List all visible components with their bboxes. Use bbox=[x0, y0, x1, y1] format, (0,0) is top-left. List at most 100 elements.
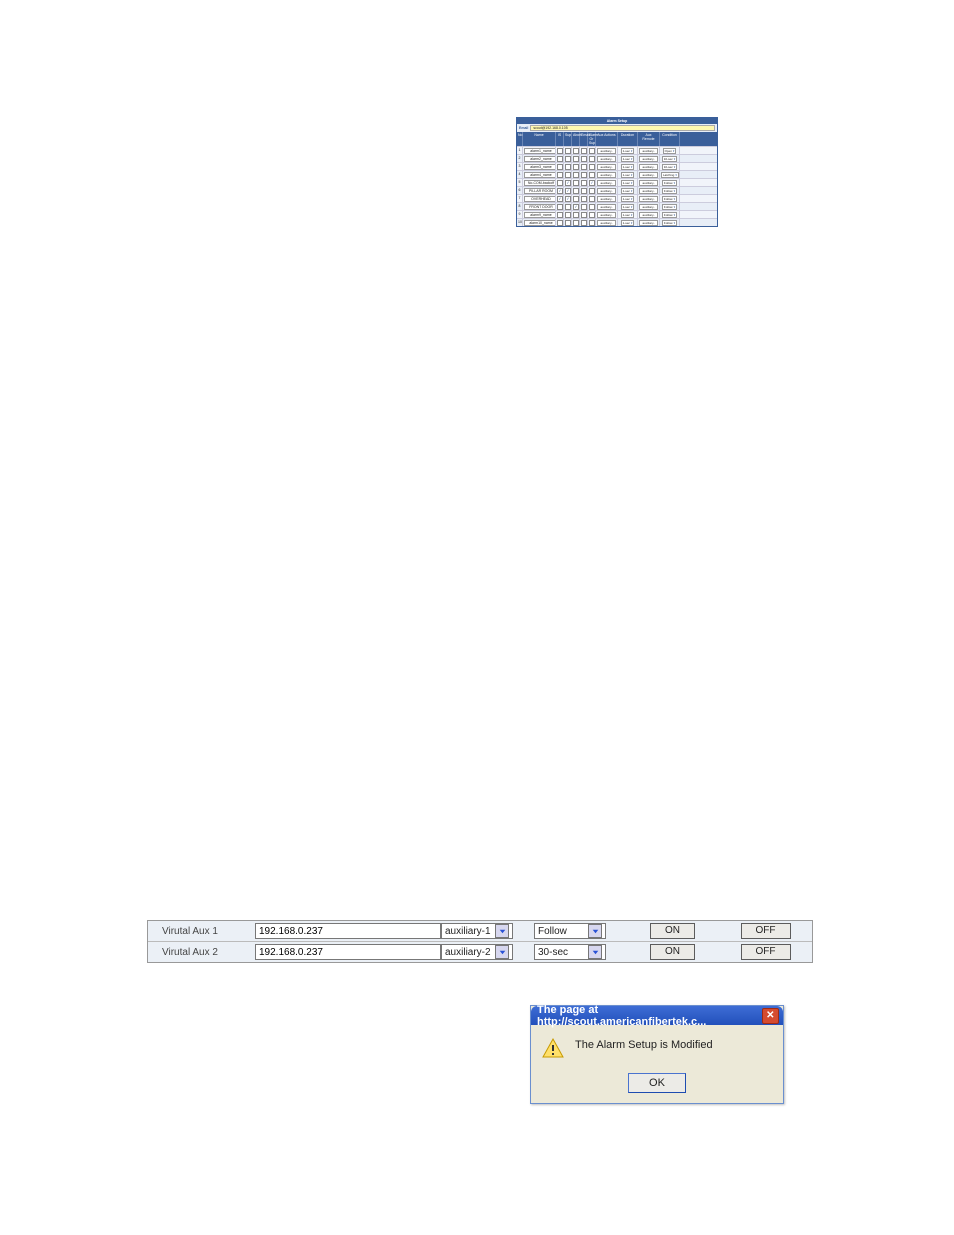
name-input[interactable]: FRONT DOOR BELL bbox=[524, 204, 556, 210]
aux-select[interactable]: auxiliary-1 bbox=[441, 923, 513, 939]
off-button[interactable]: OFF bbox=[741, 923, 791, 939]
checkbox[interactable] bbox=[581, 164, 587, 170]
duration-select[interactable]: 30-sec bbox=[534, 944, 606, 960]
name-input[interactable]: alarm3_name bbox=[524, 164, 556, 170]
select[interactable]: auxiliary-1▾ bbox=[597, 212, 616, 218]
checkbox[interactable] bbox=[565, 164, 571, 170]
select[interactable]: 1-sec▾ bbox=[621, 212, 635, 218]
checkbox[interactable] bbox=[557, 164, 563, 170]
select[interactable]: auxiliary-1▾ bbox=[639, 204, 658, 210]
select[interactable]: Follow▾ bbox=[662, 196, 677, 202]
checkbox[interactable] bbox=[573, 220, 579, 226]
checkbox[interactable] bbox=[557, 204, 563, 210]
select[interactable]: auxiliary-1▾ bbox=[597, 188, 616, 194]
checkbox[interactable] bbox=[573, 204, 579, 210]
select[interactable]: auxiliary-1▾ bbox=[639, 148, 658, 154]
checkbox[interactable] bbox=[589, 172, 595, 178]
close-button[interactable]: ✕ bbox=[762, 1008, 779, 1024]
select[interactable]: Follow▾ bbox=[662, 204, 677, 210]
ip-input[interactable] bbox=[255, 944, 441, 960]
checkbox[interactable] bbox=[565, 212, 571, 218]
name-input[interactable]: alarm9_name bbox=[524, 212, 556, 218]
checkbox[interactable] bbox=[573, 156, 579, 162]
duration-select[interactable]: Follow bbox=[534, 923, 606, 939]
name-input[interactable]: alarm1_name bbox=[524, 148, 556, 154]
name-input[interactable]: PILLAR ROOM DOOR bbox=[524, 188, 556, 194]
checkbox[interactable] bbox=[557, 180, 563, 186]
select[interactable]: 10-sec▾ bbox=[662, 156, 678, 162]
dialog-titlebar[interactable]: The page at http://scout.americanfiberte… bbox=[531, 1006, 783, 1025]
checkbox[interactable] bbox=[589, 148, 595, 154]
select[interactable]: auxiliary-1▾ bbox=[639, 164, 658, 170]
on-button[interactable]: ON bbox=[650, 923, 695, 939]
checkbox[interactable] bbox=[581, 196, 587, 202]
checkbox[interactable] bbox=[589, 188, 595, 194]
checkbox[interactable] bbox=[589, 220, 595, 226]
on-button[interactable]: ON bbox=[650, 944, 695, 960]
select[interactable]: 1-sec▾ bbox=[621, 188, 635, 194]
checkbox[interactable] bbox=[573, 188, 579, 194]
select[interactable]: 1-sec▾ bbox=[621, 180, 635, 186]
select[interactable]: auxiliary-1▾ bbox=[639, 212, 658, 218]
checkbox[interactable] bbox=[557, 148, 563, 154]
checkbox[interactable] bbox=[565, 220, 571, 226]
select[interactable]: 1-sec▾ bbox=[621, 164, 635, 170]
checkbox[interactable] bbox=[589, 156, 595, 162]
select[interactable]: auxiliary-1▾ bbox=[597, 172, 616, 178]
checkbox[interactable] bbox=[565, 188, 571, 194]
checkbox[interactable] bbox=[581, 220, 587, 226]
checkbox[interactable] bbox=[581, 148, 587, 154]
select[interactable]: Follow▾ bbox=[662, 188, 677, 194]
checkbox[interactable] bbox=[581, 188, 587, 194]
checkbox[interactable] bbox=[573, 164, 579, 170]
select[interactable]: Latching▾ bbox=[661, 172, 679, 178]
checkbox[interactable] bbox=[589, 164, 595, 170]
off-button[interactable]: OFF bbox=[741, 944, 791, 960]
name-input[interactable]: alarm2_name bbox=[524, 156, 556, 162]
select[interactable]: 1-sec▾ bbox=[621, 156, 635, 162]
checkbox[interactable] bbox=[581, 156, 587, 162]
checkbox[interactable] bbox=[581, 212, 587, 218]
select[interactable]: 1-sec▾ bbox=[621, 148, 635, 154]
select[interactable]: 1-sec▾ bbox=[621, 220, 635, 226]
checkbox[interactable] bbox=[565, 180, 571, 186]
select[interactable]: 1-sec▾ bbox=[621, 196, 635, 202]
select[interactable]: auxiliary-1▾ bbox=[639, 220, 658, 226]
select[interactable]: 1-sec▾ bbox=[621, 204, 635, 210]
select[interactable]: auxiliary-1▾ bbox=[639, 180, 658, 186]
aux-select[interactable]: auxiliary-2 bbox=[441, 944, 513, 960]
checkbox[interactable] bbox=[557, 188, 563, 194]
checkbox[interactable] bbox=[565, 196, 571, 202]
select[interactable]: Follow▾ bbox=[662, 220, 677, 226]
select[interactable]: auxiliary-1▾ bbox=[597, 180, 616, 186]
select[interactable]: auxiliary-1▾ bbox=[597, 156, 616, 162]
checkbox[interactable] bbox=[589, 204, 595, 210]
select[interactable]: auxiliary-1▾ bbox=[639, 156, 658, 162]
select[interactable]: auxiliary-1▾ bbox=[639, 172, 658, 178]
ip-input[interactable] bbox=[255, 923, 441, 939]
checkbox[interactable] bbox=[557, 220, 563, 226]
select[interactable]: auxiliary-1▾ bbox=[597, 196, 616, 202]
checkbox[interactable] bbox=[557, 196, 563, 202]
select[interactable]: Follow▾ bbox=[662, 180, 677, 186]
checkbox[interactable] bbox=[573, 212, 579, 218]
checkbox[interactable] bbox=[573, 148, 579, 154]
select[interactable]: auxiliary-1▾ bbox=[639, 188, 658, 194]
select[interactable]: Open▾ bbox=[663, 148, 677, 154]
checkbox[interactable] bbox=[557, 156, 563, 162]
name-input[interactable]: OVERHEAD DOOR REAR bbox=[524, 196, 556, 202]
checkbox[interactable] bbox=[565, 204, 571, 210]
select[interactable]: auxiliary-1▾ bbox=[597, 148, 616, 154]
ok-button[interactable]: OK bbox=[628, 1073, 686, 1093]
select[interactable]: auxiliary-1▾ bbox=[597, 220, 616, 226]
name-input[interactable]: alarm10_name bbox=[524, 220, 556, 226]
checkbox[interactable] bbox=[565, 156, 571, 162]
select[interactable]: 10-sec▾ bbox=[662, 164, 678, 170]
checkbox[interactable] bbox=[573, 172, 579, 178]
checkbox[interactable] bbox=[589, 180, 595, 186]
name-input[interactable]: No-COM-backoff bbox=[524, 180, 556, 186]
select[interactable]: auxiliary-1▾ bbox=[639, 196, 658, 202]
name-input[interactable]: alarm4_name bbox=[524, 172, 556, 178]
select[interactable]: Follow▾ bbox=[662, 212, 677, 218]
checkbox[interactable] bbox=[565, 172, 571, 178]
